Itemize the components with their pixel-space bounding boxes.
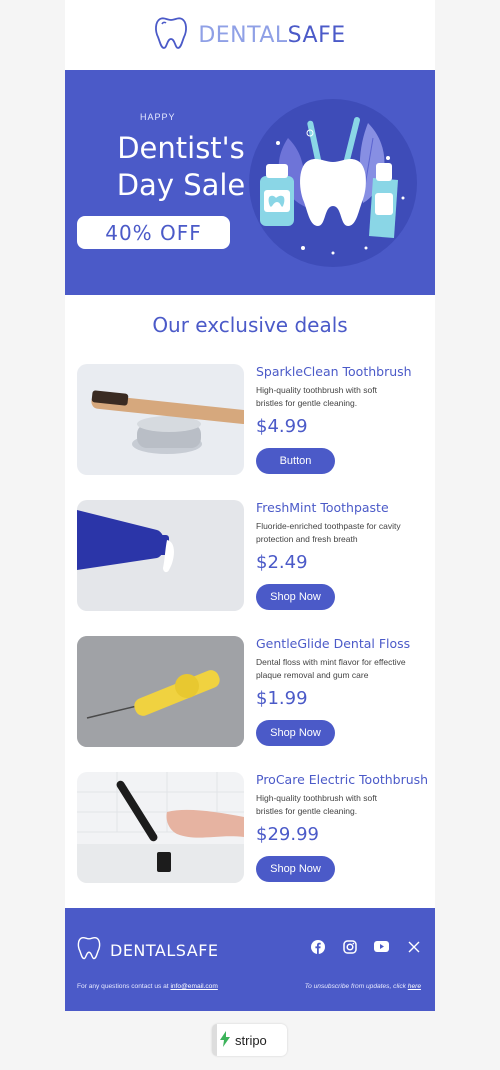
shop-now-button[interactable]: Shop Now xyxy=(256,720,335,746)
deals-heading: Our exclusive deals xyxy=(152,313,348,337)
product-description: Dental floss with mint flavor for effect… xyxy=(256,657,406,680)
hero-banner: HAPPY Dentist's Day Sale 40% OFF xyxy=(65,70,435,295)
product-name[interactable]: ProCare Electric Toothbrush xyxy=(256,772,428,787)
footer-contact: For any questions contact us at info@ema… xyxy=(77,983,218,990)
footer-brand[interactable]: DENTALSAFE xyxy=(77,935,219,965)
footer: DENTALSAFE For any questions contact us … xyxy=(65,908,435,1011)
product-card: ProCare Electric Toothbrush High-quality… xyxy=(77,772,428,883)
badge-edge xyxy=(212,1024,217,1056)
deals-section: Our exclusive deals SparkleClean Toothbr… xyxy=(65,295,435,908)
header: DENTALSAFE xyxy=(65,0,435,70)
contact-email-link[interactable]: info@email.com xyxy=(170,983,217,990)
product-image-toothpaste[interactable] xyxy=(77,500,244,611)
product-price: $1.99 xyxy=(256,688,308,709)
x-icon[interactable] xyxy=(406,939,421,954)
youtube-icon[interactable] xyxy=(374,939,389,954)
brand-name[interactable]: DENTALSAFE xyxy=(198,23,345,48)
product-image-toothbrush[interactable] xyxy=(77,364,244,475)
tooth-logo-icon xyxy=(77,935,101,965)
shop-now-button[interactable]: Shop Now xyxy=(256,584,335,610)
product-button[interactable]: Button xyxy=(256,448,335,474)
product-card: FreshMint Toothpaste Fluoride-enriched t… xyxy=(77,500,423,611)
product-name[interactable]: FreshMint Toothpaste xyxy=(256,500,389,515)
product-name[interactable]: GentleGlide Dental Floss xyxy=(256,636,410,651)
product-image-electric-toothbrush[interactable] xyxy=(77,772,244,883)
discount-button[interactable]: 40% OFF xyxy=(77,216,230,249)
stripo-logo-icon xyxy=(218,1030,232,1050)
unsubscribe-link[interactable]: here xyxy=(408,983,421,990)
instagram-icon[interactable] xyxy=(342,939,357,954)
product-description: High-quality toothbrush with soft bristl… xyxy=(256,385,377,408)
product-image-floss[interactable] xyxy=(77,636,244,747)
social-links xyxy=(310,939,421,954)
product-description: High-quality toothbrush with soft bristl… xyxy=(256,793,377,816)
hero-title: Dentist's Day Sale xyxy=(116,131,246,202)
product-card: GentleGlide Dental Floss Dental floss wi… xyxy=(77,636,423,747)
tooth-logo-icon xyxy=(154,15,188,56)
product-price: $4.99 xyxy=(256,416,308,437)
product-price: $29.99 xyxy=(256,824,319,845)
product-description: Fluoride-enriched toothpaste for cavity … xyxy=(256,521,401,544)
product-card: SparkleClean Toothbrush High-quality too… xyxy=(77,364,423,475)
shop-now-button[interactable]: Shop Now xyxy=(256,856,335,882)
hero-happy-label: HAPPY xyxy=(140,112,176,122)
product-name[interactable]: SparkleClean Toothbrush xyxy=(256,364,412,379)
footer-unsubscribe: To unsubscribe from updates, click here xyxy=(304,983,421,990)
facebook-icon[interactable] xyxy=(310,939,325,954)
stripo-label: stripo xyxy=(235,1032,267,1048)
product-price: $2.49 xyxy=(256,552,308,573)
dental-illustration xyxy=(248,98,418,268)
stripo-badge[interactable]: stripo xyxy=(212,1024,287,1056)
